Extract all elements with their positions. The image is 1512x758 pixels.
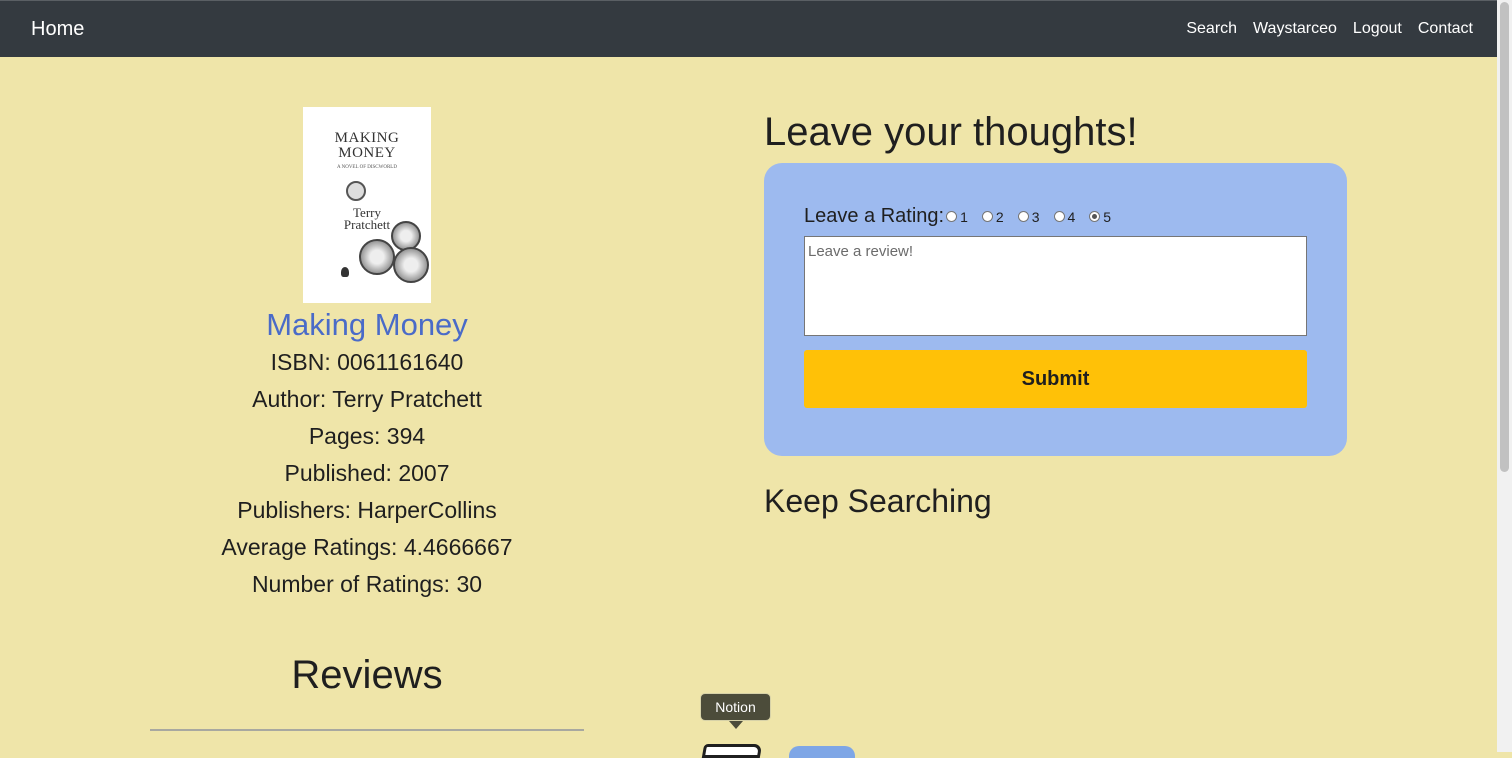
rating-label: Leave a Rating: [804, 205, 945, 227]
book-details: MAKING MONEY A NOVEL OF DISCWORLD Terry … [150, 107, 584, 603]
nav-links: Search Waystarceo Logout Contact [1186, 20, 1473, 38]
book-isbn: ISBN: 0061161640 [270, 349, 464, 375]
submit-review-button[interactable]: Submit [804, 350, 1307, 408]
nav-logout-link[interactable]: Logout [1353, 20, 1402, 38]
rating-option-1[interactable]: 1 [946, 209, 968, 225]
book-pages: Pages: 394 [308, 423, 426, 449]
cover-emblem-icon [346, 181, 366, 201]
nav-search-link[interactable]: Search [1186, 20, 1237, 38]
page-scrollbar-thumb[interactable] [1500, 2, 1509, 472]
rating-radio-2[interactable] [981, 211, 993, 222]
reviews-divider [150, 729, 584, 731]
coin-icon [393, 247, 429, 283]
rating-option-2[interactable]: 2 [981, 209, 1004, 225]
book-number-of-ratings: Number of Ratings: 30 [251, 571, 483, 597]
book-average-ratings: Average Ratings: 4.4666667 [221, 534, 513, 560]
nav-contact-link[interactable]: Contact [1418, 20, 1473, 38]
reviews-heading: Reviews [291, 653, 443, 697]
book-publishers: Publishers: HarperCollins [237, 497, 497, 523]
nav-home-link[interactable]: Home [31, 18, 84, 41]
book-author: Author: Terry Pratchett [252, 386, 482, 412]
rating-option-5[interactable]: 5 [1089, 209, 1111, 225]
rating-radio-3[interactable] [1017, 211, 1029, 222]
coin-icon [359, 239, 395, 275]
rating-radio-1[interactable] [946, 211, 958, 222]
publisher-logo-icon [341, 267, 349, 277]
notion-icon[interactable] [701, 744, 763, 758]
review-form: Leave a Rating: 1 2 3 4 5 Submit [764, 163, 1347, 456]
book-cover-image: MAKING MONEY A NOVEL OF DISCWORLD Terry … [303, 107, 431, 303]
book-published: Published: 2007 [284, 460, 450, 486]
rating-option-4[interactable]: 4 [1053, 209, 1075, 225]
review-form-heading: Leave your thoughts! [764, 110, 1138, 154]
cover-subtitle: A NOVEL OF DISCWORLD [337, 165, 397, 170]
cover-title: MAKING MONEY [334, 130, 400, 161]
keep-searching-heading: Keep Searching [764, 483, 992, 519]
navbar: Home Search Waystarceo Logout Contact [0, 0, 1497, 57]
rating-option-3[interactable]: 3 [1017, 209, 1040, 225]
dock-tooltip: Notion [700, 693, 771, 729]
dock-app-icon[interactable] [789, 746, 855, 758]
book-title-link[interactable]: Making Money [150, 306, 584, 344]
review-textarea[interactable] [804, 236, 1307, 336]
rating-radio-5[interactable] [1089, 211, 1101, 222]
rating-row: Leave a Rating: 1 2 3 4 5 [804, 205, 1125, 228]
nav-user-link[interactable]: Waystarceo [1253, 20, 1337, 38]
rating-radio-4[interactable] [1053, 211, 1065, 222]
